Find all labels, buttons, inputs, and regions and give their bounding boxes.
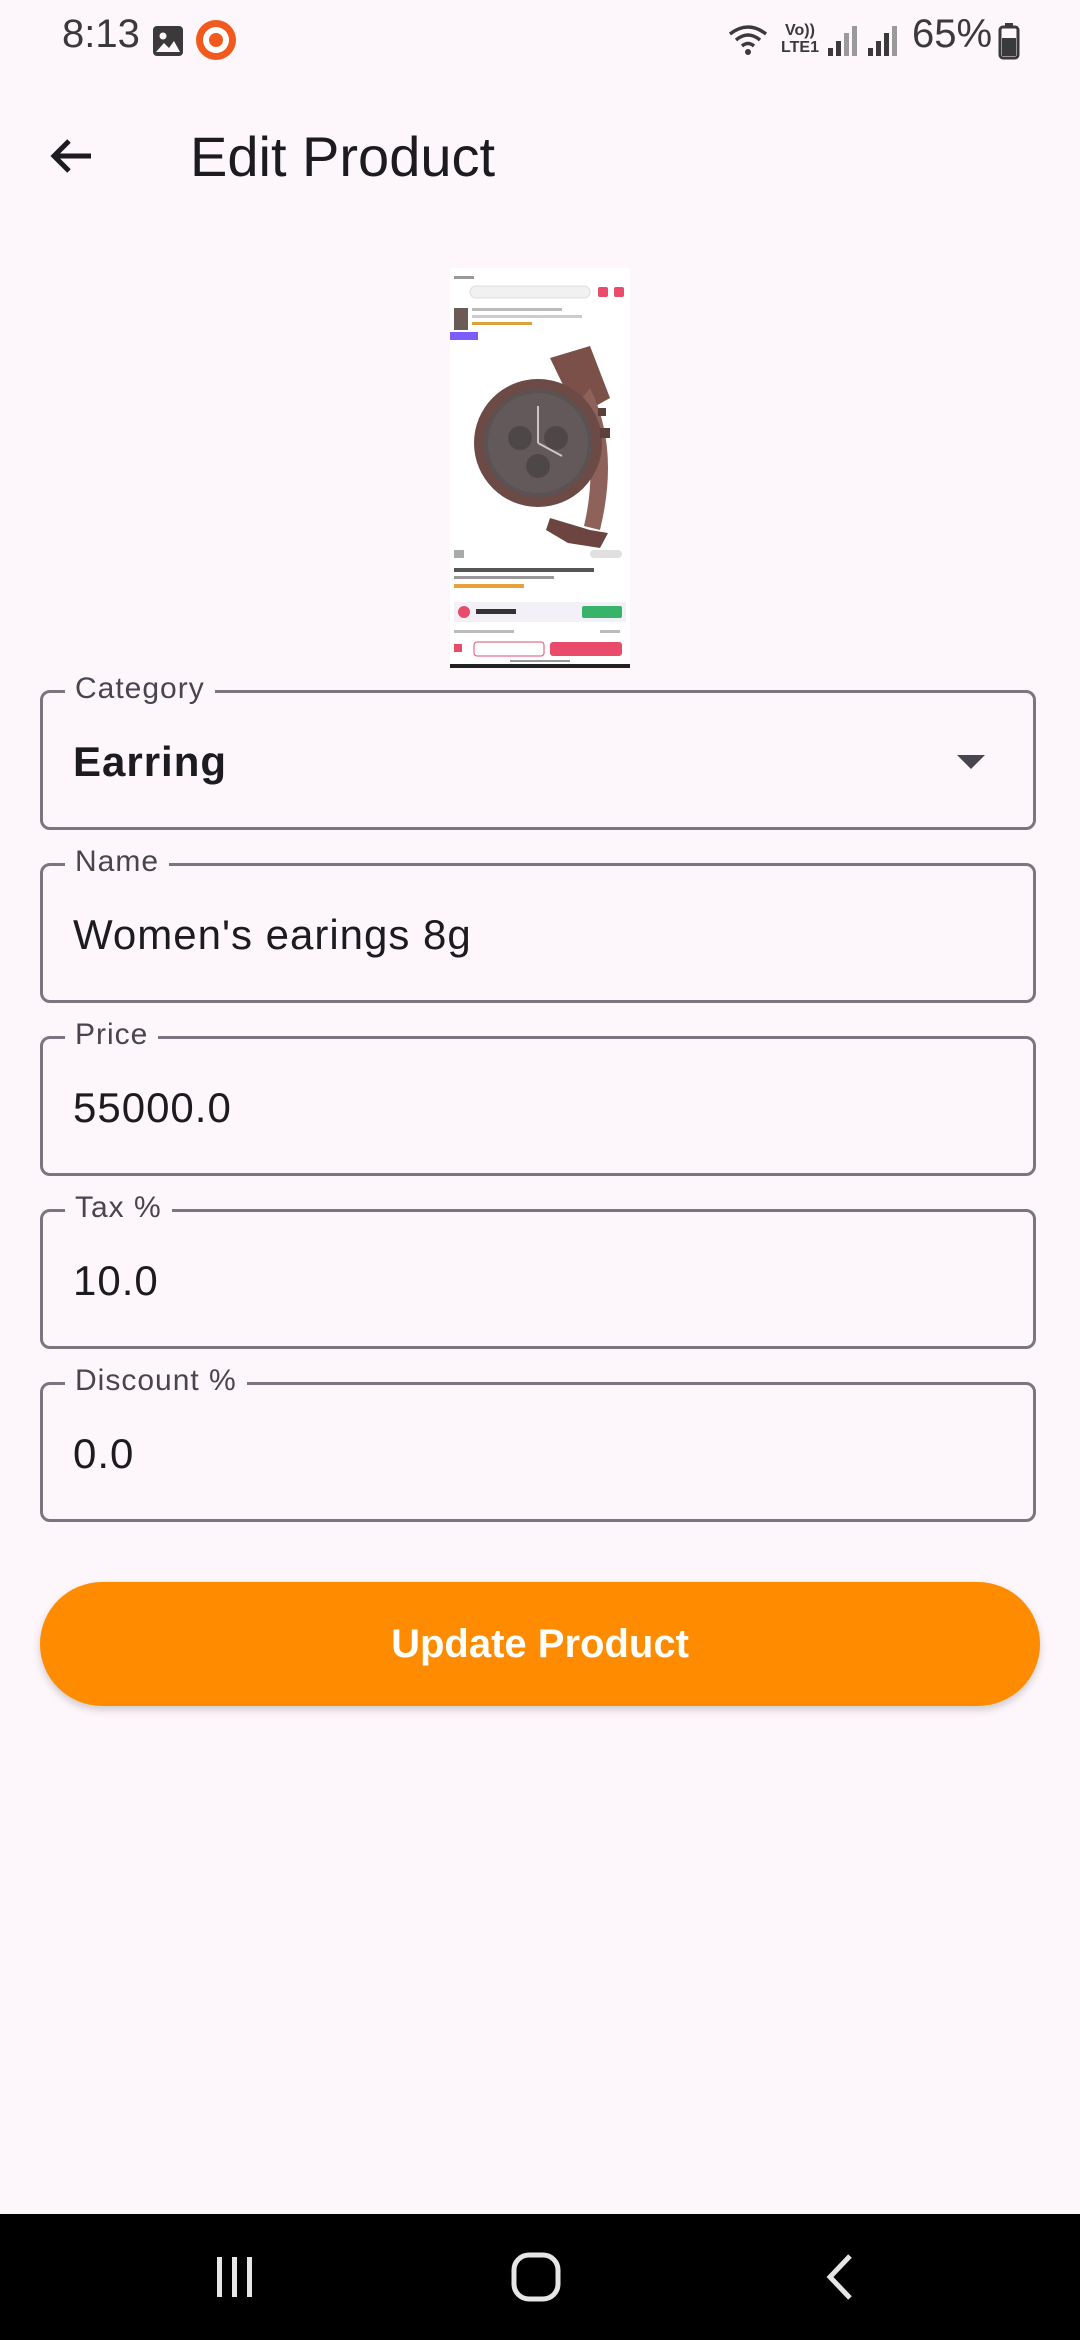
app-bar: Edit Product	[0, 80, 1080, 230]
recents-icon	[217, 2257, 252, 2297]
price-field[interactable]: Price 55000.0	[40, 1015, 1036, 1176]
discount-value: 0.0	[73, 1430, 135, 1477]
category-value: Earring	[73, 738, 228, 785]
discount-label: Discount %	[65, 1361, 247, 1401]
page-title: Edit Product	[190, 125, 496, 188]
recents-button[interactable]	[185, 2214, 285, 2340]
category-dropdown[interactable]: Category Earring	[40, 669, 1036, 830]
signal-icon-secondary	[868, 26, 897, 56]
category-label: Category	[65, 669, 215, 709]
dropdown-arrow-icon	[957, 755, 985, 769]
status-time: 8:13	[62, 12, 140, 56]
product-image[interactable]	[450, 268, 630, 668]
app-notification-icon	[196, 20, 236, 60]
tax-field[interactable]: Tax % 10.0	[40, 1188, 1036, 1349]
status-bar: 8:13 Vo)) LTE1 65%	[0, 0, 1080, 80]
signal-icon	[828, 26, 857, 56]
arrow-back-icon	[50, 139, 91, 173]
network-type-label: Vo)) LTE1	[781, 22, 819, 56]
name-value: Women's earings 8g	[73, 911, 472, 958]
back-button[interactable]	[34, 118, 110, 194]
discount-field[interactable]: Discount % 0.0	[40, 1361, 1036, 1522]
battery-percentage: 65%	[912, 12, 993, 56]
product-watch-image	[450, 268, 630, 664]
tax-label: Tax %	[65, 1188, 172, 1228]
gallery-icon	[153, 26, 183, 56]
back-nav-button[interactable]	[790, 2214, 890, 2340]
wifi-icon	[728, 25, 768, 55]
name-label: Name	[65, 842, 170, 882]
price-label: Price	[65, 1015, 159, 1055]
tax-value: 10.0	[73, 1257, 159, 1304]
price-value: 55000.0	[73, 1084, 232, 1131]
home-button[interactable]	[486, 2214, 586, 2340]
name-field[interactable]: Name Women's earings 8g	[40, 842, 1036, 1003]
back-icon	[826, 2254, 852, 2300]
system-nav-bar	[0, 2214, 1080, 2340]
update-product-button[interactable]: Update Product	[40, 1582, 1040, 1706]
home-icon	[511, 2252, 561, 2302]
battery-icon	[998, 23, 1020, 60]
